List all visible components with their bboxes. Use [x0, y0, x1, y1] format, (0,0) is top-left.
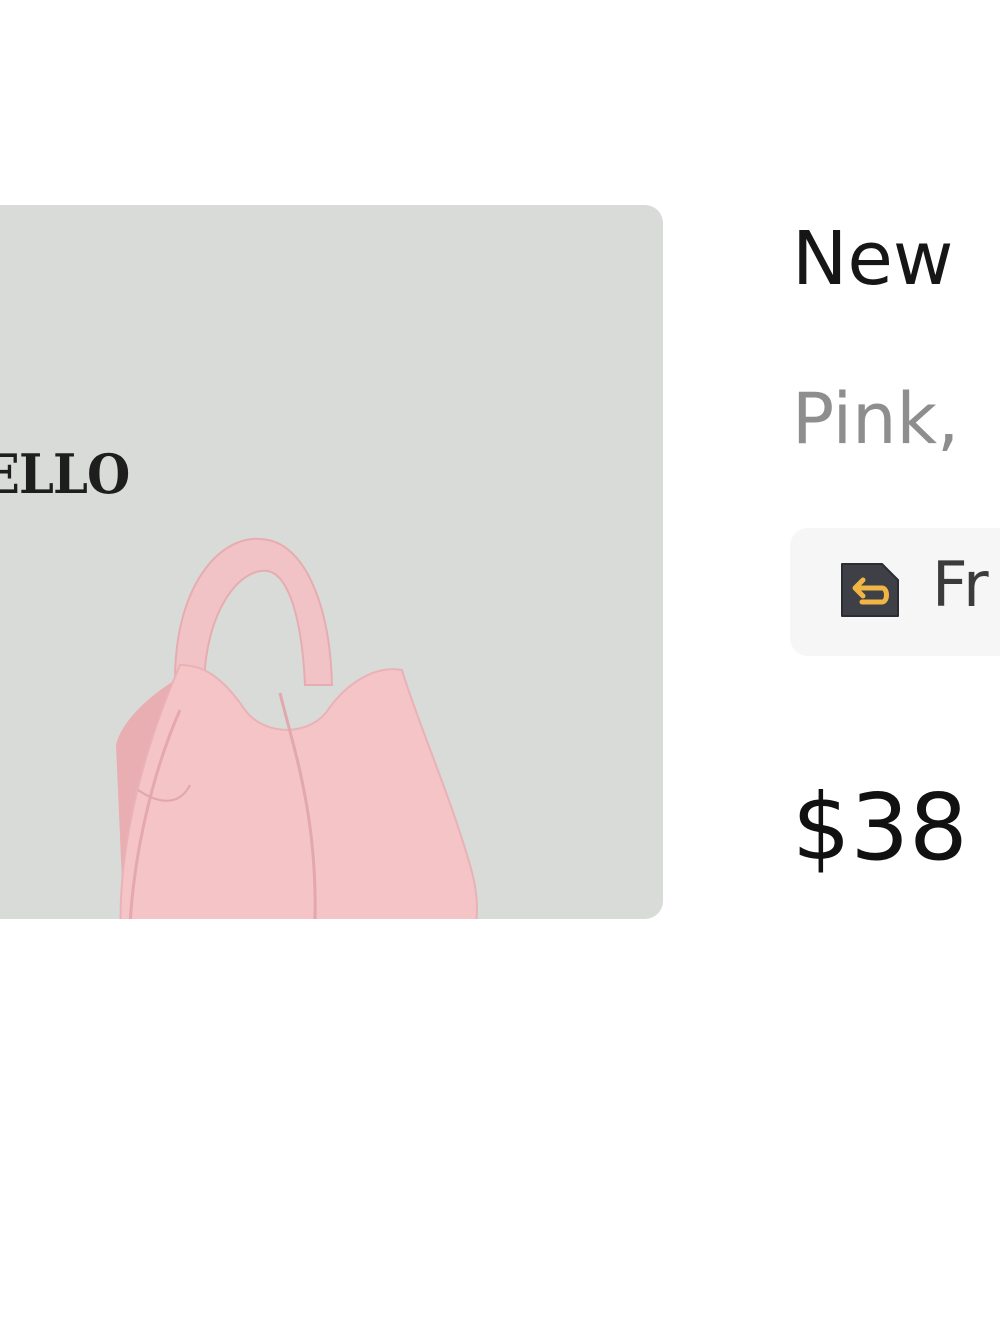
product-title[interactable]: New — [792, 222, 953, 296]
product-price: $38 — [792, 774, 968, 881]
product-card[interactable]: ELLO New Pink, F — [0, 0, 1000, 1333]
product-variant: Pink, — [792, 378, 960, 460]
free-returns-badge: Fr — [790, 528, 1000, 656]
product-image[interactable]: ELLO — [0, 205, 663, 919]
free-returns-text: Fr — [932, 548, 989, 621]
handbag-icon — [116, 537, 478, 919]
return-arrow-icon — [841, 563, 899, 617]
